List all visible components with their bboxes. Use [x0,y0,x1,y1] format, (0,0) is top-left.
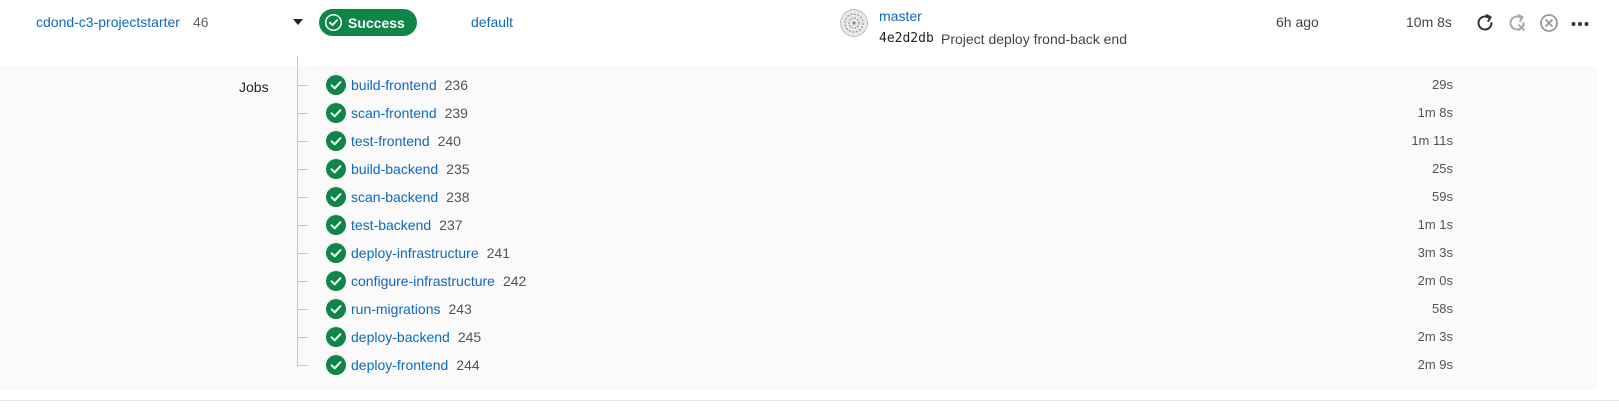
job-row[interactable]: build-frontend 236 29s [0,72,1597,100]
job-id: 239 [444,105,468,121]
time-ago: 6h ago [1276,14,1319,30]
success-icon [326,243,346,263]
job-row[interactable]: test-frontend 240 1m 11s [0,128,1597,156]
job-row[interactable]: deploy-backend 245 2m 3s [0,324,1597,352]
job-link[interactable]: deploy-infrastructure 241 [351,245,510,261]
pipeline-id: 46 [193,14,209,30]
job-duration: 1m 11s [1411,133,1453,148]
commit-sha-link[interactable]: 4e2d2db [879,31,934,46]
pipeline-page: cdond-c3-projectstarter 46 Success defau… [0,0,1619,408]
job-row[interactable]: deploy-infrastructure 241 3m 3s [0,240,1597,268]
job-id: 235 [446,161,470,177]
success-icon [326,355,346,375]
tree-branch [298,253,308,254]
status-label: Success [348,14,405,31]
job-name[interactable]: scan-frontend [351,105,437,121]
job-link[interactable]: build-backend 235 [351,161,470,177]
job-name[interactable]: run-migrations [351,301,440,317]
success-icon [326,75,346,95]
job-id: 238 [446,189,470,205]
job-duration: 29s [1432,77,1453,92]
success-icon [326,159,346,179]
job-duration: 59s [1432,189,1453,204]
tree-branch [298,365,308,366]
job-id: 243 [448,301,472,317]
ref-link[interactable]: default [471,14,513,30]
success-icon [326,187,346,207]
commit-message: Project deploy frond-back end [941,31,1127,47]
tree-branch [298,197,308,198]
job-id: 240 [437,133,461,149]
success-icon [326,271,346,291]
success-icon [326,103,346,123]
job-duration: 2m 0s [1417,273,1453,288]
job-row[interactable]: deploy-frontend 244 2m 9s [0,352,1597,380]
job-row[interactable]: scan-frontend 239 1m 8s [0,100,1597,128]
tree-branch [298,85,308,86]
job-id: 245 [457,329,482,345]
job-name[interactable]: test-backend [351,217,431,233]
job-row[interactable]: configure-infrastructure 242 2m 0s [0,268,1597,296]
job-row[interactable]: scan-backend 238 59s [0,184,1597,212]
job-link[interactable]: configure-infrastructure 242 [351,273,526,289]
tree-branch [298,309,308,310]
job-duration: 2m 3s [1417,329,1453,344]
success-icon [326,327,346,347]
tree-branch [298,281,308,282]
pipeline-duration: 10m 8s [1406,14,1452,30]
job-id: 236 [444,77,468,93]
job-id: 241 [486,245,510,261]
success-icon [326,131,346,151]
job-id: 244 [456,357,480,373]
tree-branch [298,337,308,338]
job-duration: 1m 8s [1417,105,1453,120]
job-id: 242 [502,273,527,289]
avatar[interactable] [840,9,868,37]
more-options-icon[interactable] [1569,12,1591,34]
tree-branch [298,113,308,114]
job-duration: 25s [1432,161,1453,176]
job-link[interactable]: build-frontend 236 [351,77,468,93]
success-icon [326,215,346,235]
status-badge[interactable]: Success [319,9,417,36]
job-name[interactable]: test-frontend [351,133,430,149]
cancel-icon[interactable] [1538,12,1560,34]
commit-branch-link[interactable]: master [879,8,922,24]
project-link[interactable]: cdond-c3-projectstarter [36,14,180,30]
tree-branch [298,169,308,170]
divider [0,400,1619,401]
job-link[interactable]: test-frontend 240 [351,133,461,149]
job-duration: 58s [1432,301,1453,316]
job-link[interactable]: scan-frontend 239 [351,105,468,121]
job-name[interactable]: scan-backend [351,189,438,205]
check-circle-icon [325,14,342,31]
job-duration: 3m 3s [1417,245,1453,260]
success-icon [326,299,346,319]
job-row[interactable]: run-migrations 243 58s [0,296,1597,324]
retry-icon[interactable] [1474,12,1496,34]
job-name[interactable]: deploy-infrastructure [351,245,479,261]
job-duration: 2m 9s [1417,357,1453,372]
job-name[interactable]: deploy-frontend [351,357,448,373]
job-name[interactable]: configure-infrastructure [351,273,495,289]
job-name[interactable]: build-backend [351,161,438,177]
job-link[interactable]: test-backend 237 [351,217,463,233]
tree-branch [298,225,308,226]
job-row[interactable]: build-backend 235 25s [0,156,1597,184]
job-row[interactable]: test-backend 237 1m 1s [0,212,1597,240]
jobs-panel: Jobs build-frontend 236 29s scan-frontend 23… [0,56,1597,390]
tree-branch [298,141,308,142]
job-link[interactable]: run-migrations 243 [351,301,472,317]
job-link[interactable]: deploy-frontend 244 [351,357,480,373]
rerun-icon[interactable] [1506,12,1528,34]
job-name[interactable]: deploy-backend [351,329,450,345]
job-name[interactable]: build-frontend [351,77,437,93]
expand-caret-icon[interactable] [293,19,303,25]
job-id: 237 [439,217,463,233]
job-duration: 1m 1s [1417,217,1453,232]
job-link[interactable]: deploy-backend 245 [351,329,481,345]
job-link[interactable]: scan-backend 238 [351,189,470,205]
pipeline-row: cdond-c3-projectstarter 46 Success defau… [0,0,1619,66]
